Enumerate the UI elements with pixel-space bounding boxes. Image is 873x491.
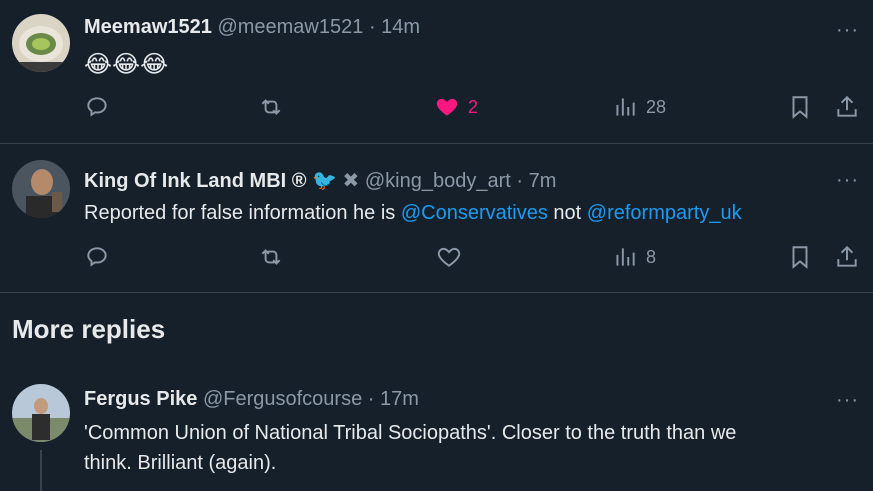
- avatar[interactable]: [12, 14, 70, 72]
- retweet-button[interactable]: [258, 244, 284, 270]
- views-button[interactable]: 28: [612, 94, 666, 120]
- bookmark-button[interactable]: [787, 244, 813, 270]
- more-icon[interactable]: ···: [836, 390, 859, 410]
- tweet-text: 'Common Union of National Tribal Sociopa…: [84, 418, 864, 478]
- separator: ·: [367, 388, 375, 410]
- bookmark-icon: [792, 96, 808, 119]
- more-icon[interactable]: ···: [836, 170, 859, 190]
- tweet-king-of-ink[interactable]: King Of Ink Land MBI ® 🐦 ✖ @king_body_ar…: [0, 144, 873, 292]
- like-count: 2: [468, 96, 479, 117]
- view-count: 8: [646, 246, 657, 267]
- views-button[interactable]: 8: [612, 244, 656, 270]
- share-button[interactable]: [834, 244, 860, 270]
- retweet-icon: [261, 249, 281, 265]
- reply-button[interactable]: [84, 244, 110, 270]
- like-button[interactable]: 2: [434, 94, 478, 120]
- analytics-icon: [616, 248, 635, 266]
- tweet-meemaw[interactable]: Meemaw1521 @meemaw1521 · 14m ··· 😂😂😂 2 2…: [0, 0, 873, 143]
- retweet-icon: [261, 99, 281, 115]
- tweet-text: Reported for false information he is @Co…: [84, 198, 742, 228]
- separator: ·: [516, 170, 524, 192]
- display-name[interactable]: Meemaw1521: [84, 16, 212, 38]
- like-button[interactable]: [436, 244, 462, 270]
- heart-filled-icon: [436, 98, 458, 116]
- cross-emoji: ✖: [342, 170, 360, 192]
- reply-icon: [87, 247, 107, 267]
- user-handle[interactable]: @Fergusofcourse: [203, 388, 362, 410]
- share-icon: [837, 95, 857, 117]
- retweet-button[interactable]: [258, 94, 284, 120]
- user-handle[interactable]: @meemaw1521: [217, 16, 363, 38]
- display-name[interactable]: King Of Ink Land MBI ®: [84, 170, 307, 192]
- text-mid: not: [547, 202, 587, 224]
- more-icon[interactable]: ···: [836, 20, 859, 40]
- view-count: 28: [646, 96, 667, 117]
- tweet-text: 😂😂😂: [84, 51, 169, 78]
- tweet-text-line: 'Common Union of National Tribal Sociopa…: [84, 422, 737, 444]
- text-prefix: Reported for false information he is: [84, 202, 401, 224]
- thread-line: [40, 450, 42, 491]
- timestamp[interactable]: 14m: [381, 16, 420, 38]
- divider: [0, 292, 873, 293]
- bookmark-icon: [792, 246, 808, 269]
- user-handle[interactable]: @king_body_art: [365, 170, 511, 192]
- mention-link[interactable]: @reformparty_uk: [587, 202, 742, 224]
- display-name[interactable]: Fergus Pike: [84, 388, 197, 410]
- share-icon: [837, 245, 857, 267]
- mention-link[interactable]: @Conservatives: [401, 202, 548, 224]
- avatar[interactable]: [12, 384, 70, 442]
- analytics-icon: [616, 98, 635, 116]
- heart-icon: [437, 247, 461, 267]
- tweet-text-line: think. Brilliant (again).: [84, 452, 277, 474]
- separator: ·: [368, 16, 376, 38]
- bird-emoji: 🐦: [312, 170, 337, 192]
- tweet-fergus-pike[interactable]: Fergus Pike @Fergusofcourse · 17m ··· 'C…: [0, 370, 873, 491]
- share-button[interactable]: [834, 94, 860, 120]
- reply-icon: [87, 97, 107, 117]
- bookmark-button[interactable]: [787, 94, 813, 120]
- more-replies-heading: More replies: [12, 314, 166, 344]
- timestamp[interactable]: 7m: [529, 170, 557, 192]
- reply-button[interactable]: [84, 94, 110, 120]
- avatar[interactable]: [12, 160, 70, 218]
- timestamp[interactable]: 17m: [380, 388, 419, 410]
